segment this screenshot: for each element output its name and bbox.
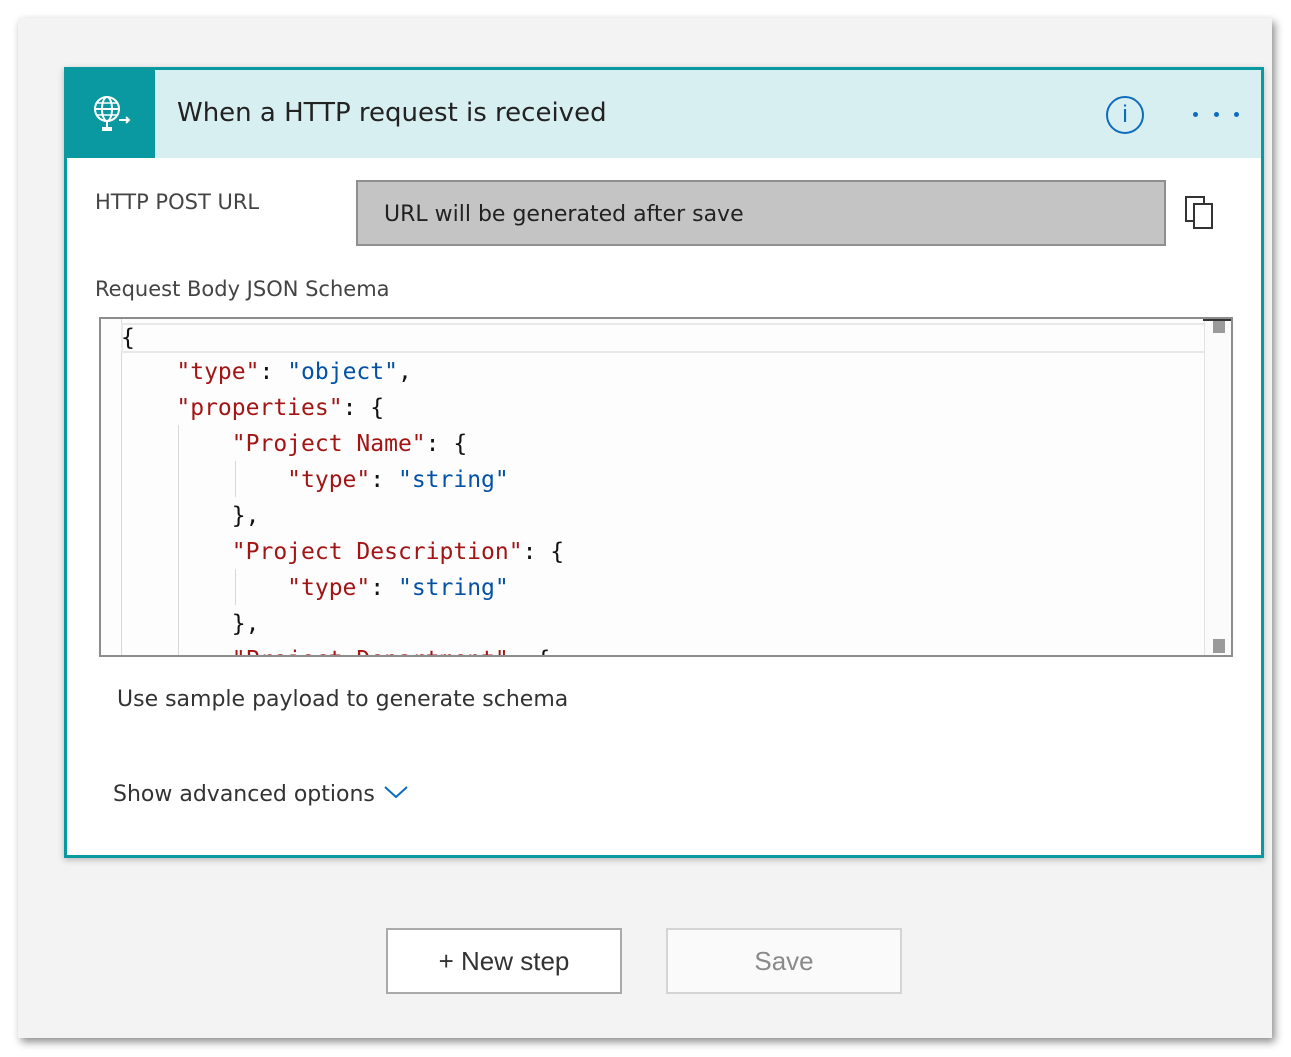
code-line: "Project Description": { <box>231 539 565 565</box>
scrollbar-up-handle[interactable] <box>1213 321 1225 333</box>
http-trigger-card: When a HTTP request is received i HTTP P… <box>64 67 1264 858</box>
json-schema-editor[interactable]: { "type": "object", "properties": { "Pro… <box>99 317 1233 657</box>
copy-icon[interactable] <box>1184 195 1216 231</box>
code-line: "type": "string" <box>287 467 509 493</box>
code-line: "Project Name": { <box>231 431 468 457</box>
show-advanced-options-link[interactable]: Show advanced options <box>113 782 375 807</box>
sample-payload-link[interactable]: Use sample payload to generate schema <box>117 687 568 712</box>
trigger-icon-box <box>67 70 155 158</box>
request-body-schema-label: Request Body JSON Schema <box>95 277 390 301</box>
scrollbar-down-handle[interactable] <box>1213 639 1225 653</box>
trigger-title: When a HTTP request is received <box>177 98 607 128</box>
current-line-highlight <box>121 323 1209 353</box>
flow-designer-canvas: When a HTTP request is received i HTTP P… <box>18 18 1272 1038</box>
code-line: }, <box>121 503 260 529</box>
editor-scrollbar[interactable] <box>1204 319 1231 655</box>
new-step-button[interactable]: + New step <box>386 928 622 994</box>
http-post-url-value: URL will be generated after save <box>384 202 744 227</box>
save-button[interactable]: Save <box>666 928 902 994</box>
code-line: "type": "string" <box>287 575 509 601</box>
http-post-url-field: URL will be generated after save <box>356 180 1166 246</box>
http-globe-icon <box>94 96 131 131</box>
code-line: "Project Department": { <box>121 647 551 655</box>
code-line: "properties": { <box>176 395 385 421</box>
info-icon[interactable]: i <box>1106 96 1144 134</box>
code-line: }, <box>121 611 260 637</box>
chevron-down-icon[interactable] <box>383 784 409 800</box>
more-options-icon[interactable] <box>1193 112 1239 120</box>
code-line: "type": "object", <box>176 359 412 385</box>
code-line: { <box>121 325 135 351</box>
http-post-url-label: HTTP POST URL <box>95 190 260 214</box>
trigger-card-header[interactable]: When a HTTP request is received i <box>67 70 1261 158</box>
